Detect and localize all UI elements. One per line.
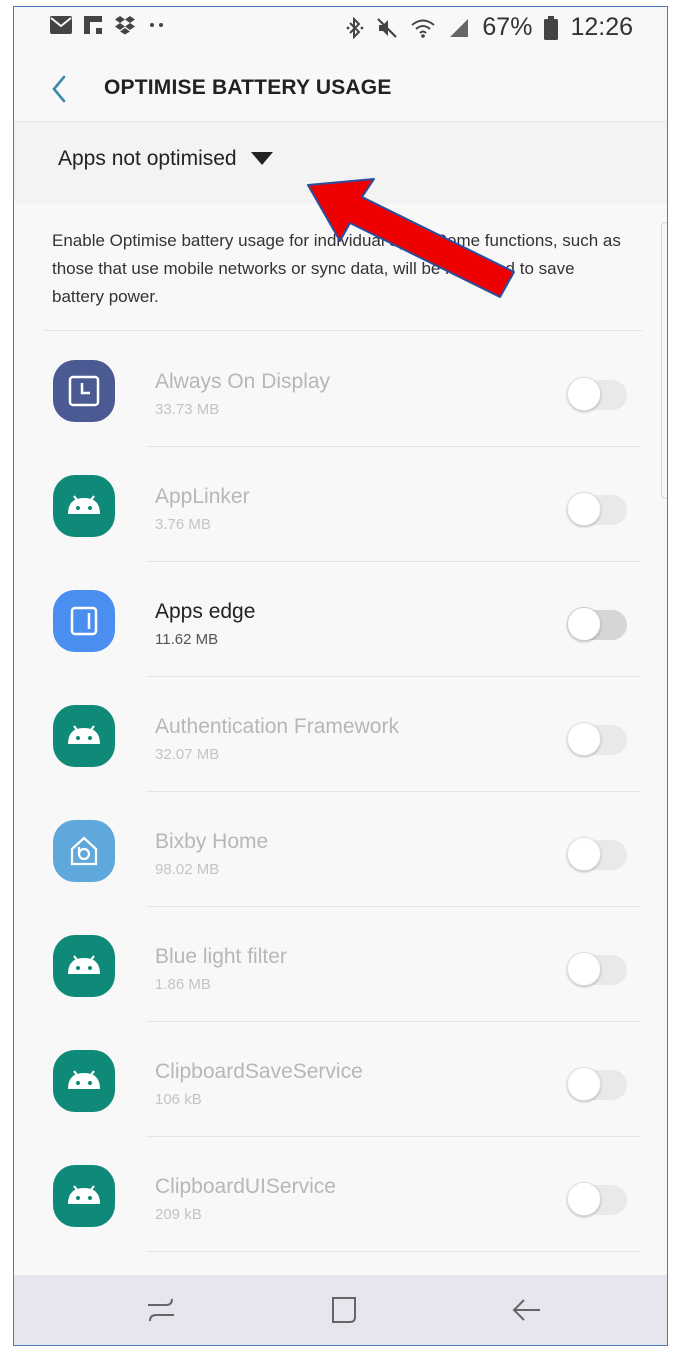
back-nav-button[interactable] [510, 1293, 544, 1327]
bluetooth-icon [346, 16, 364, 39]
clock: 12:26 [570, 13, 633, 41]
back-button[interactable] [42, 69, 82, 109]
list-item[interactable]: AppLinker 3.76 MB [14, 447, 667, 562]
apps-edge-icon [53, 590, 115, 652]
phone-screen: 67% 12:26 OPTIMISE BATTERY USAGE Apps no… [13, 6, 668, 1346]
optimise-toggle[interactable] [567, 492, 627, 526]
android-icon [53, 475, 115, 537]
app-name: Apps edge [155, 600, 256, 623]
dropbox-icon [115, 16, 135, 35]
always-on-display-icon [53, 360, 115, 422]
list-item[interactable]: ClipboardSaveService 106 kB [14, 1022, 667, 1137]
page-title: OPTIMISE BATTERY USAGE [104, 76, 392, 99]
toggle-knob [567, 492, 601, 526]
app-size: 98.02 MB [155, 861, 220, 878]
flipboard-icon [84, 16, 102, 34]
app-name: Authentication Framework [155, 715, 399, 738]
battery-percent: 67% [482, 13, 533, 41]
optimise-toggle[interactable] [567, 1067, 627, 1101]
list-item[interactable]: ClipboardUIService 209 kB [14, 1137, 667, 1252]
app-name: Blue light filter [155, 945, 287, 968]
android-icon [53, 1165, 115, 1227]
more-dots-icon [150, 23, 163, 27]
status-bar: 67% 12:26 [14, 7, 667, 51]
app-name: Bixby Home [155, 830, 269, 853]
app-name: AppLinker [155, 485, 250, 508]
recents-icon [148, 1298, 174, 1322]
list-item[interactable]: Bixby Home 98.02 MB [14, 792, 667, 907]
toggle-knob [567, 1067, 601, 1101]
optimise-toggle[interactable] [567, 837, 627, 871]
app-list: Always On Display 33.73 MB AppLinker 3.7… [14, 332, 667, 1252]
signal-icon [450, 18, 469, 37]
navigation-bar [14, 1275, 667, 1345]
optimise-toggle[interactable] [567, 722, 627, 756]
back-icon [512, 1299, 540, 1321]
toggle-knob [567, 837, 601, 871]
android-icon [53, 935, 115, 997]
app-name: ClipboardUIService [155, 1175, 336, 1198]
list-item[interactable]: Blue light filter 1.86 MB [14, 907, 667, 1022]
app-name: Always On Display [155, 370, 331, 393]
app-size: 106 kB [155, 1091, 202, 1108]
optimise-toggle[interactable] [567, 607, 627, 641]
dropdown-arrow-icon [250, 152, 273, 165]
toggle-knob [567, 952, 601, 986]
optimise-toggle[interactable] [567, 952, 627, 986]
toggle-knob [567, 377, 601, 411]
mail-icon [50, 16, 72, 34]
app-size: 11.62 MB [155, 631, 219, 648]
list-item[interactable]: Authentication Framework 32.07 MB [14, 677, 667, 792]
app-size: 1.86 MB [155, 976, 211, 993]
toggle-knob [567, 722, 601, 756]
recents-button[interactable] [144, 1293, 178, 1327]
app-size: 33.73 MB [155, 401, 220, 418]
row-divider [146, 1251, 641, 1252]
app-size: 32.07 MB [155, 746, 220, 763]
optimise-toggle[interactable] [567, 377, 627, 411]
app-size: 3.76 MB [155, 516, 211, 533]
wifi-icon [411, 19, 436, 38]
app-size: 209 kB [155, 1206, 202, 1223]
list-item[interactable]: Always On Display 33.73 MB [14, 332, 667, 447]
battery-icon [544, 15, 559, 40]
filter-label: Apps not optimised [58, 147, 237, 170]
app-toolbar: OPTIMISE BATTERY USAGE [14, 59, 667, 123]
list-item[interactable]: Apps edge 11.62 MB [14, 562, 667, 677]
home-button[interactable] [327, 1293, 361, 1327]
description-text: Enable Optimise battery usage for indivi… [52, 231, 621, 306]
android-icon [53, 1050, 115, 1112]
android-icon [53, 705, 115, 767]
home-icon [332, 1297, 356, 1323]
toggle-knob [567, 607, 601, 641]
app-name: ClipboardSaveService [155, 1060, 363, 1083]
filter-dropdown[interactable]: Apps not optimised [58, 147, 273, 171]
description-divider [44, 330, 642, 331]
bixby-home-icon [53, 820, 115, 882]
toggle-knob [567, 1182, 601, 1216]
optimise-toggle[interactable] [567, 1182, 627, 1216]
mute-icon [377, 17, 398, 38]
chevron-left-icon [52, 75, 66, 103]
